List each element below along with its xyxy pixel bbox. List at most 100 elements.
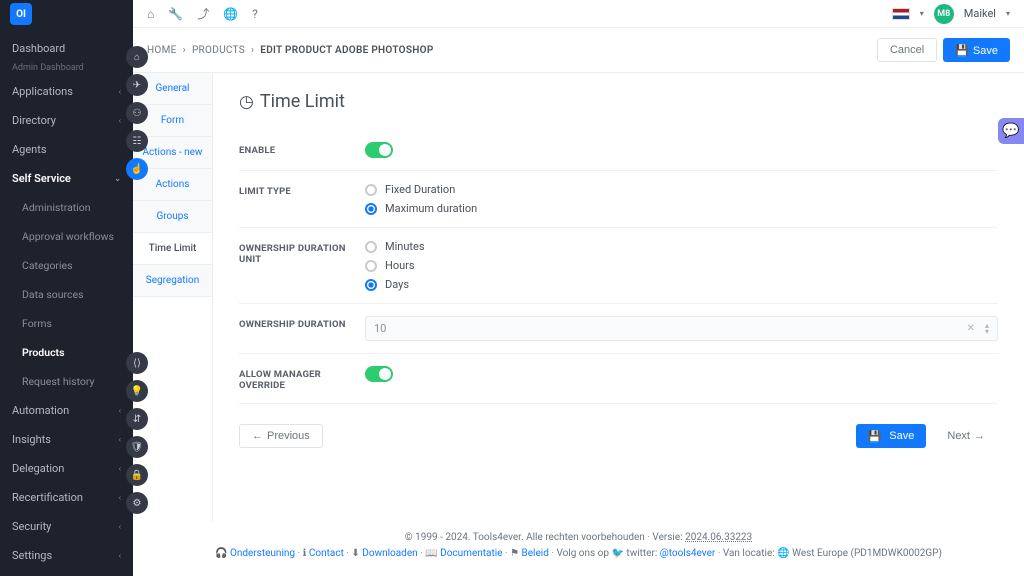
chat-widget[interactable]: 💬 [998, 118, 1024, 144]
share-icon[interactable]: ⤴ [197, 5, 209, 22]
home-icon[interactable]: ⌂ [126, 46, 148, 68]
radio-maximum-duration[interactable]: Maximum duration [365, 202, 998, 215]
delegation-icon[interactable]: ⇵ [126, 408, 148, 430]
radio-minutes[interactable]: Minutes [365, 240, 998, 253]
wrench-icon[interactable]: 🔧 [168, 7, 183, 21]
page-actions: Cancel 💾Save [877, 38, 1010, 62]
page-footer: © 1999 - 2024. Tools4ever. Alle rechten … [133, 522, 1024, 576]
sidebar-item-approval-workflows[interactable]: Approval workflows [0, 222, 133, 251]
previous-button[interactable]: ← Previous [239, 424, 323, 448]
sidebar-item-label: Security [12, 520, 51, 533]
footer-link-support[interactable]: Ondersteuning [230, 548, 295, 559]
footer-link-download[interactable]: Downloaden [362, 548, 417, 559]
footer-version-label: Versie: [652, 532, 682, 543]
sidebar-item-label: Self Service [12, 172, 71, 185]
sidebar-item-agents[interactable]: Agents [0, 135, 133, 164]
chevron-down-icon[interactable]: ▾ [1006, 9, 1010, 18]
clear-icon[interactable]: ✕ [967, 323, 975, 335]
radio-icon [365, 184, 377, 196]
logo[interactable]: OI [0, 0, 133, 28]
sidebar-item-delegation[interactable]: Delegation ‹ [0, 454, 133, 483]
sidebar-subtitle-dashboard: Admin Dashboard [0, 63, 133, 77]
chevron-down-icon: ⌄ [114, 174, 121, 183]
sidebar-item-automation[interactable]: Automation ‹ [0, 396, 133, 425]
shield-icon[interactable]: 🛡 [126, 436, 148, 458]
input-value: 10 [374, 322, 386, 335]
breadcrumb-products[interactable]: PRODUCTS [192, 45, 245, 56]
sidebar-item-self-service[interactable]: Self Service ⌄ [0, 164, 133, 193]
footer-link-docs[interactable]: Documentatie [440, 548, 502, 559]
footer-link-contact[interactable]: Contact [309, 548, 344, 559]
chevron-down-icon[interactable]: ▾ [920, 9, 924, 18]
row-enable: ENABLE [239, 130, 998, 171]
radio-icon [365, 241, 377, 253]
breadcrumb: HOME › PRODUCTS › EDIT PRODUCT ADOBE PHO… [147, 45, 434, 56]
sidebar-item-label: Insights [12, 433, 51, 446]
sidebar-item-request-history[interactable]: Request history [0, 367, 133, 396]
save-button-footer[interactable]: 💾Save [856, 424, 927, 448]
label-limit-type: LIMIT TYPE [239, 183, 365, 197]
chevron-right-icon: › [251, 45, 254, 56]
breadcrumb-row: HOME › PRODUCTS › EDIT PRODUCT ADOBE PHO… [133, 28, 1024, 73]
allow-override-toggle[interactable] [365, 366, 393, 382]
sidebar-item-label: Applications [12, 85, 73, 98]
panel-title: ◷ Time Limit [239, 91, 998, 112]
globe-icon[interactable]: 🌐 [223, 7, 238, 21]
sidebar-item-recertification[interactable]: Recertification ‹ [0, 483, 133, 512]
breadcrumb-home[interactable]: HOME [147, 45, 177, 56]
main: ⌂ 🔧 ⤴ 🌐 ? ▾ M8 Maikel ▾ HOME › PRODUCTS … [133, 0, 1024, 576]
sidebar-item-forms[interactable]: Forms [0, 309, 133, 338]
bulb-icon[interactable]: 💡 [126, 380, 148, 402]
sidebar-item-administration[interactable]: Administration [0, 193, 133, 222]
flag-nl-icon[interactable] [892, 8, 910, 20]
next-button[interactable]: Next → [934, 424, 998, 448]
radio-icon [365, 279, 377, 291]
save-icon: 💾 [955, 45, 969, 57]
panel-time-limit: ◷ Time Limit ENABLE LIMIT TYPE Fixed Dur… [213, 73, 1024, 522]
help-icon[interactable]: ? [252, 7, 258, 21]
lock-icon[interactable]: 🔒 [126, 464, 148, 486]
content: General Form Actions - new Actions Group… [133, 73, 1024, 522]
agents-icon[interactable]: ☷ [126, 130, 148, 152]
sidebar-item-label: Request history [22, 375, 95, 388]
radio-label: Hours [385, 259, 415, 272]
sidebar-item-directory[interactable]: Directory ‹ [0, 106, 133, 135]
info-icon: ℹ [303, 548, 307, 559]
rocket-icon[interactable]: ✈ [126, 74, 148, 96]
sitemap-icon[interactable]: ⚇ [126, 102, 148, 124]
home-icon[interactable]: ⌂ [147, 7, 154, 21]
code-icon[interactable]: ⟨⟩ [126, 352, 148, 374]
sidebar-item-settings[interactable]: Settings ‹ [0, 541, 133, 570]
chevron-left-icon: ‹ [119, 522, 121, 531]
sidebar-item-security[interactable]: Security ‹ [0, 512, 133, 541]
cancel-button[interactable]: Cancel [877, 38, 937, 62]
sidebar-item-applications[interactable]: Applications ‹ [0, 77, 133, 106]
chevron-left-icon: ‹ [119, 116, 121, 125]
chevron-left-icon: ‹ [119, 464, 121, 473]
user-name[interactable]: Maikel [964, 7, 996, 20]
sidebar: OI Dashboard Admin Dashboard Application… [0, 0, 133, 576]
self-service-icon[interactable]: ☝ [126, 158, 148, 180]
enable-toggle[interactable] [365, 142, 393, 158]
stepper-down-icon[interactable]: ▾ [985, 329, 989, 335]
footer-link-policy[interactable]: Beleid [522, 548, 549, 559]
sidebar-item-products[interactable]: Products [0, 338, 133, 367]
avatar[interactable]: M8 [934, 4, 954, 24]
row-ownership-duration: OWNERSHIP DURATION 10 ✕ ▴▾ [239, 304, 998, 354]
footer-link-twitter[interactable]: @tools4ever [660, 548, 715, 559]
sidebar-item-label: Automation [12, 404, 69, 417]
sidebar-item-dashboard[interactable]: Dashboard [0, 34, 133, 63]
chevron-left-icon: ‹ [119, 87, 121, 96]
radio-icon [365, 260, 377, 272]
footer-copyright: © 1999 - 2024. Tools4ever. Alle rechten … [405, 532, 645, 543]
ownership-duration-input[interactable]: 10 ✕ ▴▾ [365, 316, 998, 341]
sidebar-item-insights[interactable]: Insights ‹ [0, 425, 133, 454]
sidebar-item-data-sources[interactable]: Data sources [0, 280, 133, 309]
gear-icon[interactable]: ⚙ [126, 492, 148, 514]
radio-days[interactable]: Days [365, 278, 998, 291]
radio-hours[interactable]: Hours [365, 259, 998, 272]
radio-fixed-duration[interactable]: Fixed Duration [365, 183, 998, 196]
sidebar-item-categories[interactable]: Categories [0, 251, 133, 280]
sidebar-item-label: Directory [12, 114, 56, 127]
save-button[interactable]: 💾Save [943, 38, 1010, 62]
